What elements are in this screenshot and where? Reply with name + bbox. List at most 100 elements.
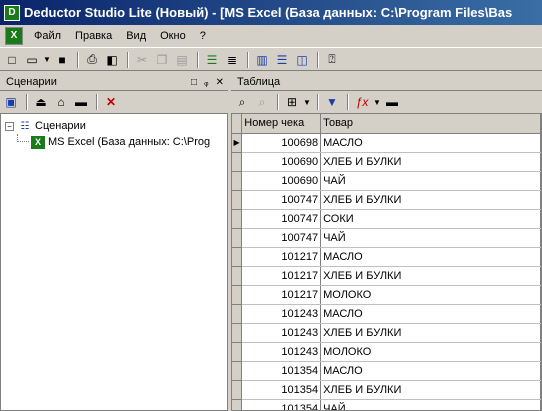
help-icon[interactable]: ⍰ — [323, 51, 341, 69]
column-header-receipt[interactable]: Номер чека — [241, 114, 322, 134]
row-indicator[interactable] — [232, 171, 243, 191]
table-row[interactable]: 101217 ХЛЕБ И БУЛКИ — [232, 266, 541, 286]
visualizer-icon[interactable]: ▬ — [383, 93, 401, 111]
row-indicator[interactable] — [232, 361, 243, 381]
tile-vertical-icon[interactable]: ▥ — [253, 51, 271, 69]
cell-receipt-number[interactable]: 101217 — [241, 285, 322, 305]
cell-product[interactable]: МОЛОКО — [320, 285, 541, 305]
cell-receipt-number[interactable]: 101354 — [241, 399, 322, 410]
cell-receipt-number[interactable]: 101243 — [241, 323, 322, 343]
table-row[interactable]: 100690 ХЛЕБ И БУЛКИ — [232, 152, 541, 172]
cell-product[interactable]: ЧАЙ — [320, 228, 541, 248]
column-header-product[interactable]: Товар — [320, 114, 541, 134]
table-row[interactable]: ▶ 100698 МАСЛО — [232, 133, 541, 153]
new-file-icon[interactable]: □ — [3, 51, 21, 69]
row-indicator[interactable] — [232, 152, 243, 172]
open-folder-icon[interactable]: ▭ — [23, 51, 41, 69]
delete-icon[interactable]: ✕ — [102, 93, 120, 111]
cell-receipt-number[interactable]: 100747 — [241, 190, 322, 210]
cell-product[interactable]: СОКИ — [320, 209, 541, 229]
row-indicator[interactable] — [232, 304, 243, 324]
scenario-icon[interactable]: ☰ — [203, 51, 221, 69]
menu-view[interactable]: Вид — [119, 30, 153, 42]
cascade-icon[interactable]: ◫ — [293, 51, 311, 69]
row-indicator[interactable] — [232, 323, 243, 343]
tree-node-ms-excel[interactable]: X MS Excel (База данных: C:\Prog — [1, 134, 227, 150]
row-indicator[interactable] — [232, 380, 243, 400]
tree-node-scenarios[interactable]: − ☷ Сценарии — [1, 118, 227, 134]
dropdown-arrow-icon[interactable]: ▼ — [373, 93, 381, 111]
cell-product[interactable]: ХЛЕБ И БУЛКИ — [320, 266, 541, 286]
current-row-indicator[interactable]: ▶ — [232, 133, 243, 153]
cell-receipt-number[interactable]: 100747 — [241, 228, 322, 248]
cell-receipt-number[interactable]: 101354 — [241, 380, 322, 400]
cell-receipt-number[interactable]: 101243 — [241, 304, 322, 324]
table-row[interactable]: 100690 ЧАЙ — [232, 171, 541, 191]
row-indicator[interactable] — [232, 342, 243, 362]
cell-receipt-number[interactable]: 101354 — [241, 361, 322, 381]
close-icon[interactable]: ✕ — [216, 77, 224, 88]
cell-product[interactable]: ЧАЙ — [320, 399, 541, 410]
table-row[interactable]: 101354 МАСЛО — [232, 361, 541, 381]
cut-icon[interactable]: ✂ — [133, 51, 151, 69]
row-indicator[interactable] — [232, 247, 243, 267]
menu-window[interactable]: Окно — [153, 30, 193, 42]
find-icon[interactable]: ⌕ — [233, 93, 251, 111]
filter-icon[interactable]: ▼ — [323, 93, 341, 111]
save-icon[interactable]: ■ — [53, 51, 71, 69]
table-row[interactable]: 100747 ХЛЕБ И БУЛКИ — [232, 190, 541, 210]
cell-receipt-number[interactable]: 100698 — [241, 133, 322, 153]
find-next-icon[interactable]: ⌕ — [253, 93, 271, 111]
cell-product[interactable]: МАСЛО — [320, 304, 541, 324]
cell-product[interactable]: МАСЛО — [320, 247, 541, 267]
cell-receipt-number[interactable]: 100690 — [241, 171, 322, 191]
cell-product[interactable]: МАСЛО — [320, 361, 541, 381]
row-indicator[interactable] — [232, 266, 243, 286]
cell-receipt-number[interactable]: 101217 — [241, 266, 322, 286]
tile-horizontal-icon[interactable]: ☰ — [273, 51, 291, 69]
menu-edit[interactable]: Правка — [68, 30, 119, 42]
cell-receipt-number[interactable]: 100747 — [241, 209, 322, 229]
cell-product[interactable]: ХЛЕБ И БУЛКИ — [320, 152, 541, 172]
row-indicator[interactable] — [232, 190, 243, 210]
menu-file[interactable]: Файл — [27, 30, 68, 42]
visualize-icon[interactable]: ▬ — [72, 93, 90, 111]
cell-receipt-number[interactable]: 101217 — [241, 247, 322, 267]
row-indicator[interactable] — [232, 209, 243, 229]
menu-help[interactable]: ? — [193, 30, 213, 42]
table-row[interactable]: 101354 ЧАЙ — [232, 399, 541, 410]
pin-icon[interactable]: ᵩ — [204, 77, 208, 88]
cell-product[interactable]: ХЛЕБ И БУЛКИ — [320, 380, 541, 400]
cell-product[interactable]: ЧАЙ — [320, 171, 541, 191]
table-row[interactable]: 100747 ЧАЙ — [232, 228, 541, 248]
print-icon[interactable]: ⎙ — [83, 51, 101, 69]
calculated-field-icon[interactable]: ƒx — [353, 93, 371, 111]
row-indicator[interactable] — [232, 228, 243, 248]
table-settings-icon[interactable]: ⊞ — [283, 93, 301, 111]
cell-receipt-number[interactable]: 101243 — [241, 342, 322, 362]
cell-product[interactable]: МАСЛО — [320, 133, 541, 153]
wizard-icon[interactable]: ▣ — [2, 93, 20, 111]
row-indicator[interactable] — [232, 399, 243, 410]
table-row[interactable]: 101243 МАСЛО — [232, 304, 541, 324]
copy-icon[interactable]: ❐ — [153, 51, 171, 69]
table-row[interactable]: 101243 МОЛОКО — [232, 342, 541, 362]
cell-product[interactable]: ХЛЕБ И БУЛКИ — [320, 323, 541, 343]
table-row[interactable]: 101354 ХЛЕБ И БУЛКИ — [232, 380, 541, 400]
export-icon[interactable]: ⌂ — [52, 93, 70, 111]
print-preview-icon[interactable]: ◧ — [103, 51, 121, 69]
table-row[interactable]: 101217 МОЛОКО — [232, 285, 541, 305]
row-indicator[interactable] — [232, 285, 243, 305]
table-row[interactable]: 101243 ХЛЕБ И БУЛКИ — [232, 323, 541, 343]
table-row[interactable]: 101217 МАСЛО — [232, 247, 541, 267]
cell-product[interactable]: МОЛОКО — [320, 342, 541, 362]
dropdown-arrow-icon[interactable]: ▼ — [43, 51, 51, 69]
dropdown-arrow-icon[interactable]: ▼ — [303, 93, 311, 111]
panel-menu-icon[interactable]: □ — [191, 77, 197, 88]
paste-icon[interactable]: ▤ — [173, 51, 191, 69]
document-icon[interactable]: X — [5, 27, 23, 45]
table-row[interactable]: 100747 СОКИ — [232, 209, 541, 229]
list-icon[interactable]: ≣ — [223, 51, 241, 69]
cell-receipt-number[interactable]: 100690 — [241, 152, 322, 172]
collapse-icon[interactable]: − — [5, 121, 14, 131]
